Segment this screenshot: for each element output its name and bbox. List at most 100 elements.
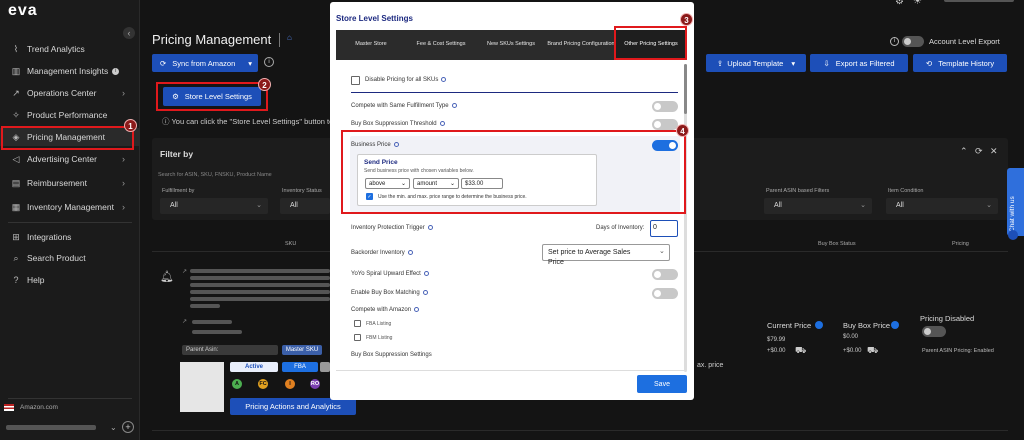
- info-icon[interactable]: [414, 307, 420, 312]
- row-divider: [152, 430, 1008, 431]
- sidebar-item-label: Integrations: [27, 232, 72, 242]
- sidebar-item-label: Search Product: [27, 253, 86, 263]
- tab-fee-cost-settings[interactable]: Fee & Cost Settings: [406, 30, 476, 60]
- modal-scrollbar[interactable]: [684, 64, 687, 372]
- home-icon[interactable]: ⌂: [287, 33, 292, 42]
- yoyo-toggle[interactable]: [652, 269, 678, 280]
- info-icon[interactable]: [815, 321, 823, 329]
- info-icon[interactable]: [891, 321, 899, 329]
- backorder-label: Backorder Inventory: [351, 250, 405, 257]
- sidebar-item-reimbursement[interactable]: ▤ Reimbursement ›: [0, 174, 140, 192]
- product-name: [190, 283, 330, 287]
- sidebar-item-search-product[interactable]: ⌕ Search Product: [0, 249, 140, 267]
- external-link-icon[interactable]: ↗: [182, 268, 187, 275]
- info-icon[interactable]: [439, 121, 445, 126]
- circle-badge-ro: RO: [310, 379, 320, 389]
- save-button[interactable]: Save: [637, 375, 687, 393]
- sidebar-item-help[interactable]: ? Help: [0, 271, 140, 289]
- chevron-down-icon: ▾: [248, 58, 252, 68]
- info-icon[interactable]: i: [890, 37, 899, 46]
- template-history-button[interactable]: ⟲ Template History: [913, 54, 1007, 72]
- select-value: All: [290, 202, 298, 209]
- add-account-button[interactable]: +: [122, 421, 134, 433]
- sync-from-amazon-button[interactable]: ⟳ Sync from Amazon ▾: [152, 54, 258, 72]
- parent-asin-filters-select[interactable]: All ⌄: [764, 198, 872, 214]
- fbm-listing-checkbox[interactable]: [354, 334, 361, 341]
- divider: [279, 33, 280, 47]
- pricing-toggle[interactable]: [922, 326, 946, 337]
- account-export-toggle[interactable]: [902, 36, 924, 47]
- app-logo: eva: [8, 2, 38, 19]
- chevron-right-icon: ›: [122, 178, 125, 188]
- truck-icon: ⛟: [867, 345, 879, 355]
- disable-pricing-checkbox[interactable]: [351, 76, 360, 85]
- sidebar-item-label: Reimbursement: [27, 178, 87, 188]
- highlight-business-price: [341, 130, 686, 214]
- current-price-label: Current Price: [767, 321, 812, 330]
- sidebar-item-operations-center[interactable]: ↗ Operations Center ›: [0, 84, 140, 102]
- collapse-sidebar-button[interactable]: ‹: [123, 27, 135, 39]
- info-icon[interactable]: [422, 290, 428, 295]
- item-condition-select[interactable]: All ⌄: [886, 198, 998, 214]
- master-sku-tag[interactable]: Master SKU: [282, 345, 322, 355]
- section-divider: [351, 92, 678, 93]
- sidebar-item-label: Inventory Management: [27, 202, 114, 212]
- search-input[interactable]: Search for ASIN, SKU, FNSKU, Product Nam…: [158, 163, 330, 178]
- template-history-label: Template History: [938, 58, 995, 68]
- item-condition-label: Item Condition: [888, 188, 924, 194]
- refresh-icon[interactable]: ⟳: [975, 146, 983, 157]
- buy-box-price-label: Buy Box Price: [843, 321, 891, 330]
- info-icon[interactable]: [427, 225, 433, 230]
- chevron-up-icon[interactable]: ⌃: [960, 146, 968, 157]
- chevron-right-icon: ›: [122, 88, 125, 98]
- info-icon[interactable]: [423, 271, 429, 276]
- inventory-status-label: Inventory Status: [282, 188, 322, 194]
- sidebar-item-integrations[interactable]: ⊞ Integrations: [0, 228, 140, 246]
- sidebar-item-management-insights[interactable]: ▥ Management Insights i: [0, 62, 140, 80]
- days-of-inventory-input[interactable]: 0: [650, 220, 678, 237]
- chat-icon[interactable]: [1008, 230, 1018, 240]
- user-name[interactable]: [944, 0, 1014, 2]
- account-selector[interactable]: [6, 425, 96, 430]
- parent-asin-filters-label: Parent ASIN based Filters: [766, 188, 830, 194]
- tab-master-store[interactable]: Master Store: [336, 30, 406, 60]
- compete-same-fulfillment-toggle[interactable]: [652, 101, 678, 112]
- export-as-filtered-button[interactable]: ⇩ Export as Filtered: [810, 54, 908, 72]
- help-icon: ?: [13, 275, 19, 285]
- us-flag-icon: [4, 404, 14, 411]
- info-icon[interactable]: i: [264, 57, 274, 67]
- close-icon[interactable]: ✕: [990, 146, 998, 157]
- fulfillment-by-select[interactable]: All ⌄: [160, 198, 268, 214]
- info-icon[interactable]: [407, 250, 413, 255]
- info-icon[interactable]: [451, 103, 457, 108]
- sidebar-item-trend-analytics[interactable]: ⌇ Trend Analytics: [0, 40, 140, 58]
- buy-box-price-value: $0.00: [843, 334, 859, 340]
- fba-listing-label: FBA Listing: [366, 321, 392, 327]
- pricing-actions-analytics-button[interactable]: Pricing Actions and Analytics: [230, 398, 356, 415]
- bell-icon[interactable]: 🔔︎: [160, 270, 174, 283]
- buybox-matching-toggle[interactable]: [652, 288, 678, 299]
- upload-template-button[interactable]: ⇪ Upload Template ▾: [706, 54, 806, 72]
- sidebar-item-product-performance[interactable]: ✧ Product Performance: [0, 106, 140, 124]
- parent-asin-tag[interactable]: Parent Asin:: [182, 345, 278, 355]
- yoyo-row: YoYo Spiral Upward Effect: [351, 271, 429, 277]
- chat-label: Chat with us: [1009, 196, 1016, 232]
- inventory-status-select[interactable]: All: [280, 198, 330, 214]
- info-icon[interactable]: [441, 77, 447, 82]
- sidebar-item-advertising-center[interactable]: ◁ Advertising Center ›: [0, 150, 140, 168]
- disable-pricing-label: Disable Pricing for all SKUs: [365, 77, 439, 84]
- select-value: All: [896, 202, 904, 209]
- scrollbar-thumb[interactable]: [684, 64, 687, 114]
- gear-icon[interactable]: ⚙: [895, 0, 904, 7]
- buybox-threshold-toggle[interactable]: [652, 119, 678, 130]
- tab-brand-pricing-configuration[interactable]: Brand Pricing Configuration: [546, 30, 616, 60]
- sidebar-item-inventory-management[interactable]: ▦ Inventory Management ›: [0, 198, 140, 216]
- theme-icon[interactable]: ☀: [913, 0, 922, 7]
- external-link-icon[interactable]: ↗: [182, 318, 187, 325]
- sku-column-header: SKU: [285, 241, 297, 247]
- circle-badge-fc: FC: [258, 379, 268, 389]
- fba-listing-checkbox[interactable]: [354, 320, 361, 327]
- tab-new-skus-settings[interactable]: New SKUs Settings: [476, 30, 546, 60]
- chat-widget[interactable]: Chat with us: [1007, 168, 1024, 236]
- backorder-select-value: Set price to Average Sales Price: [548, 249, 631, 266]
